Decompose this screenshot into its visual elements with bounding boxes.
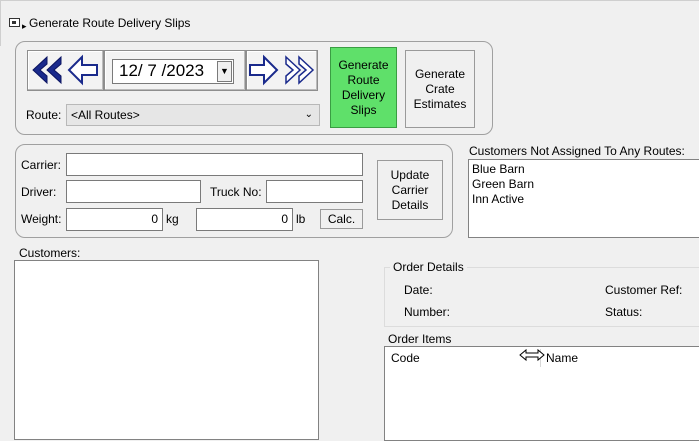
left-arrow-icon (67, 54, 98, 86)
next-date-button[interactable] (248, 54, 280, 87)
weight-kg-field[interactable]: 0 (66, 208, 163, 231)
resize-cursor-icon (519, 348, 545, 365)
unassigned-customers-list[interactable]: Blue Barn Green Barn Inn Active (468, 159, 699, 238)
calc-button[interactable]: Calc. (320, 209, 363, 229)
update-carrier-details-button[interactable]: Update Carrier Details (377, 160, 443, 220)
order-number-label: Number: (404, 305, 451, 319)
double-left-arrow-icon (32, 55, 62, 85)
first-date-button[interactable] (30, 54, 63, 87)
carrier-field[interactable] (66, 153, 363, 176)
customers-label: Customers: (19, 246, 81, 260)
generate-crate-estimates-button[interactable]: Generate Crate Estimates (405, 50, 475, 128)
truck-no-label: Truck No: (210, 185, 262, 199)
generate-route-delivery-slips-button[interactable]: Generate Route Delivery Slips (330, 47, 397, 128)
previous-date-button[interactable] (66, 54, 100, 87)
weight-lb-field[interactable]: 0 (196, 208, 293, 231)
window-icon (9, 18, 20, 27)
column-header-code[interactable]: Code (391, 351, 420, 365)
customer-ref-label: Customer Ref: (605, 283, 683, 297)
window-title: Generate Route Delivery Slips (29, 16, 191, 30)
right-arrow-icon (249, 54, 279, 86)
order-items-label: Order Items (388, 332, 452, 346)
date-dropdown-button[interactable]: ▼ (217, 61, 232, 82)
unassigned-customers-label: Customers Not Assigned To Any Routes: (469, 144, 685, 158)
double-right-arrow-icon (285, 55, 315, 85)
order-items-table[interactable]: Code Name (384, 346, 699, 441)
lb-unit-label: lb (296, 212, 306, 226)
list-item[interactable]: Inn Active (469, 192, 699, 207)
customers-list[interactable] (14, 260, 319, 440)
driver-label: Driver: (21, 185, 57, 199)
route-select[interactable]: <All Routes> ⌄ (66, 104, 320, 126)
list-item[interactable]: Green Barn (469, 177, 699, 192)
last-date-button[interactable] (283, 54, 316, 87)
chevron-down-icon: ⌄ (304, 109, 313, 120)
chevron-down-icon: ▼ (220, 66, 229, 76)
order-status-label: Status: (605, 305, 643, 319)
weight-label: Weight: (21, 212, 62, 226)
route-selected-value: <All Routes> (71, 108, 140, 122)
date-field[interactable]: 12/ 7 /2023 (112, 59, 234, 84)
route-label: Route: (26, 108, 62, 122)
truck-no-field[interactable] (266, 180, 363, 203)
kg-unit-label: kg (166, 212, 179, 226)
column-header-name[interactable]: Name (546, 351, 578, 365)
list-item[interactable]: Blue Barn (469, 162, 699, 177)
carrier-label: Carrier: (21, 158, 62, 172)
order-details-label: Order Details (390, 260, 467, 274)
window-menu-dot: ▸ (22, 21, 27, 31)
driver-field[interactable] (66, 180, 201, 203)
order-date-label: Date: (404, 283, 433, 297)
